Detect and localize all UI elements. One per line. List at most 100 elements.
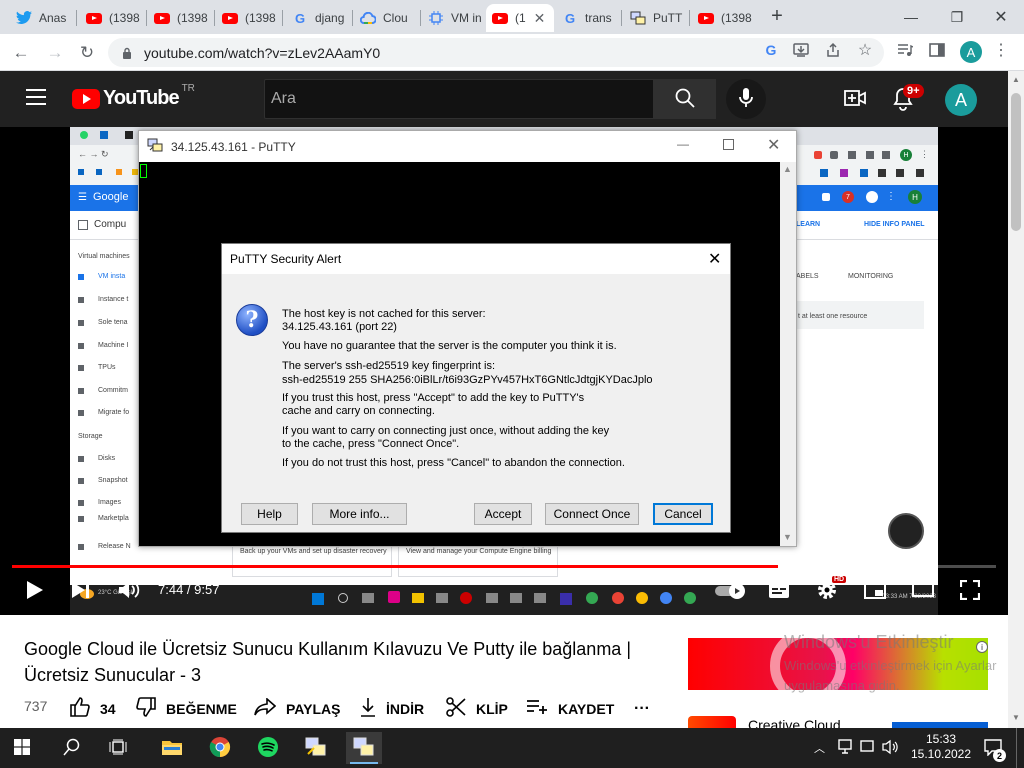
media-controls-icon[interactable] <box>896 41 914 59</box>
tab-label: PuTT <box>653 11 683 25</box>
putty-close-icon[interactable]: ✕ <box>767 135 780 155</box>
download-button[interactable]: İNDİR <box>360 697 424 720</box>
browser-tab[interactable]: G djang <box>286 4 350 32</box>
like-button[interactable]: 34 <box>70 696 116 720</box>
autoplay-toggle[interactable] <box>714 583 745 599</box>
browser-tab-active[interactable]: (1 ✕ <box>486 4 554 32</box>
close-window-icon[interactable]: ✕ <box>978 0 1024 34</box>
browser-tab[interactable]: Clou <box>354 4 418 32</box>
dialog-fingerprint: ssh-ed25519 255 SHA256:0iBlLr/t6i93GzPYv… <box>282 374 653 386</box>
dialog-close-icon[interactable]: ✕ <box>708 249 721 269</box>
twitter-icon <box>16 10 32 26</box>
taskbar-chrome[interactable] <box>202 732 238 764</box>
play-button[interactable] <box>24 580 46 602</box>
system-clock[interactable]: 15:33 15.10.2022 <box>910 732 972 762</box>
scissors-icon <box>446 696 466 722</box>
browser-tab[interactable]: PuTT <box>624 4 688 32</box>
dialog-text-line: 34.125.43.161 (port 22) <box>282 321 397 333</box>
display-icon[interactable] <box>860 740 874 757</box>
save-button[interactable]: KAYDET <box>526 698 614 720</box>
thumbs-down-icon <box>136 696 156 722</box>
more-info-button[interactable]: More info... <box>312 503 407 525</box>
recorded-card-billing: View and manage your Compute Engine bill… <box>406 548 552 555</box>
browser-tab[interactable]: (1398 <box>692 4 756 32</box>
tab-label: trans <box>585 11 612 25</box>
clip-button[interactable]: KLİP <box>446 696 508 722</box>
windows-activation-line1: Windows'u etkinleştirmek için Ayarlar <box>784 658 997 673</box>
search-input[interactable]: Ara <box>264 79 654 119</box>
connect-once-button[interactable]: Connect Once <box>545 503 639 525</box>
cancel-button[interactable]: Cancel <box>653 503 713 525</box>
putty-scrollbar[interactable]: ▲ ▼ <box>780 162 796 546</box>
new-tab-button[interactable]: + <box>766 5 788 27</box>
putty-minimize-icon[interactable]: — <box>677 137 689 151</box>
share-button[interactable]: PAYLAŞ <box>254 696 340 720</box>
google-translate-icon[interactable]: G <box>762 41 780 59</box>
kebab-menu-icon[interactable]: ⋮ <box>992 41 1010 59</box>
browser-tab[interactable]: VM in <box>422 4 486 32</box>
fullscreen-button[interactable] <box>958 579 982 602</box>
user-avatar[interactable]: A <box>945 84 977 116</box>
tab-label: (1398 <box>109 11 140 25</box>
network-icon[interactable] <box>838 739 852 758</box>
dislike-button[interactable]: BEĞENME <box>136 696 237 722</box>
reload-icon[interactable]: ↻ <box>74 40 100 66</box>
taskbar-search-button[interactable] <box>54 732 90 764</box>
putty-maximize-icon[interactable] <box>723 139 734 150</box>
back-icon[interactable]: ← <box>8 40 34 66</box>
browser-tab[interactable]: (1398 <box>80 4 144 32</box>
scroll-thumb[interactable] <box>1011 93 1021 231</box>
dialog-text-line: If you do not trust this host, press "Ca… <box>282 457 625 469</box>
close-tab-icon[interactable]: ✕ <box>534 10 546 27</box>
time-display: 7:44 / 9:57 <box>158 582 220 597</box>
recorded-section-storage: Storage <box>78 433 103 440</box>
taskbar-file-explorer[interactable] <box>154 732 190 764</box>
ad-info-icon[interactable]: i <box>976 641 988 653</box>
show-desktop-button[interactable] <box>1016 728 1024 768</box>
windows-taskbar: ︿ 15:33 15.10.2022 2 <box>0 728 1024 768</box>
recorded-tab-monitoring: MONITORING <box>848 273 894 280</box>
hamburger-menu-icon[interactable] <box>26 89 46 108</box>
video-progress-bar[interactable] <box>12 565 996 568</box>
speaker-icon[interactable] <box>882 739 898 758</box>
taskbar-putty-config[interactable] <box>298 732 334 764</box>
taskbar-putty-active[interactable] <box>346 732 382 764</box>
show-hidden-icons-chevron-icon[interactable]: ︿ <box>814 740 825 756</box>
volume-button[interactable] <box>116 580 142 602</box>
install-app-icon[interactable] <box>792 41 810 59</box>
windows-start-button[interactable] <box>4 732 40 764</box>
putty-security-alert-dialog[interactable]: PuTTY Security Alert ✕ ? The host key is… <box>221 243 731 533</box>
forward-icon[interactable]: → <box>42 40 68 66</box>
dialog-title-bar[interactable]: PuTTY Security Alert ✕ <box>222 244 730 274</box>
tab-label: (1398 <box>245 11 276 25</box>
profile-avatar[interactable]: A <box>960 41 982 63</box>
side-panel-icon[interactable] <box>928 41 946 59</box>
bookmark-star-icon[interactable]: ☆ <box>856 41 874 59</box>
dialog-text-line: You have no guarantee that the server is… <box>282 340 617 352</box>
next-video-button[interactable] <box>70 580 92 602</box>
miniplayer-button[interactable] <box>862 580 888 602</box>
youtube-logo[interactable]: YouTube TR <box>72 83 195 110</box>
sidebar-video-title[interactable]: Creative Cloud <box>748 717 841 728</box>
browser-tab[interactable]: G trans <box>556 4 620 32</box>
share-icon[interactable] <box>824 41 842 59</box>
restore-window-icon[interactable]: ❐ <box>934 0 980 34</box>
search-button[interactable] <box>654 79 716 119</box>
task-view-button[interactable] <box>100 732 136 764</box>
youtube-icon <box>492 10 508 26</box>
creative-cloud-thumbnail[interactable] <box>688 716 736 728</box>
more-actions-button[interactable]: ··· <box>634 698 650 720</box>
voice-search-button[interactable] <box>726 79 766 119</box>
page-scrollbar[interactable]: ▲ ▼ <box>1008 71 1024 728</box>
create-video-icon[interactable] <box>844 88 866 111</box>
minimize-window-icon[interactable]: — <box>888 0 934 34</box>
subtitles-button[interactable] <box>766 580 792 602</box>
browser-tab[interactable]: Anas <box>10 4 74 32</box>
putty-title-bar[interactable]: 34.125.43.161 - PuTTY — ✕ <box>139 131 796 162</box>
help-button[interactable]: Help <box>241 503 298 525</box>
browser-tab[interactable]: (1398 <box>216 4 280 32</box>
browser-tab[interactable]: (1398 <box>148 4 212 32</box>
theater-mode-button[interactable] <box>910 580 936 602</box>
taskbar-spotify[interactable] <box>250 732 286 764</box>
accept-button[interactable]: Accept <box>474 503 532 525</box>
